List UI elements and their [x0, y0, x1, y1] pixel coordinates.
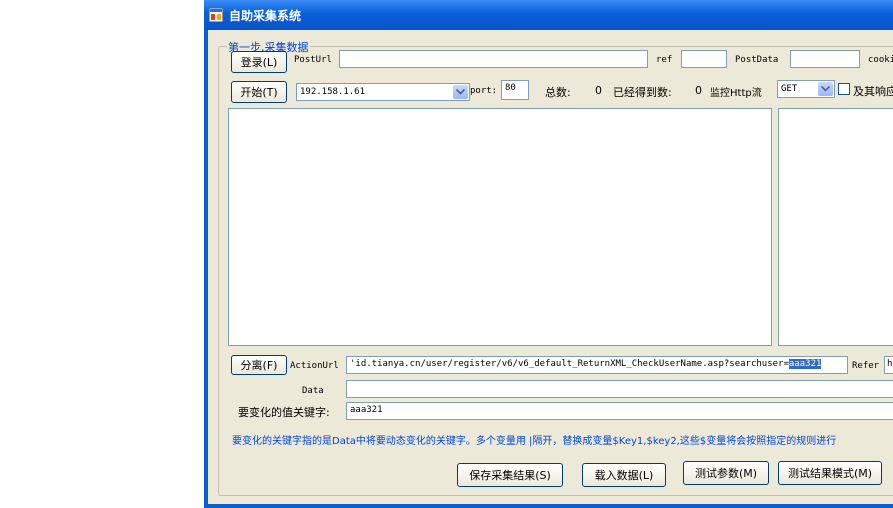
ref-label: ref [656, 55, 673, 65]
help-note: 要变化的关键字指的是Data中将要动态变化的关键字。多个变量用 |隔开，替换成变… [232, 436, 837, 447]
method-value: GET [781, 84, 798, 94]
load-data-button[interactable]: 载入数据(L) [582, 463, 666, 487]
start-button[interactable]: 开始(T) [231, 81, 287, 103]
login-button[interactable]: 登录(L) [231, 51, 287, 73]
port-label: port: [470, 86, 498, 96]
ip-combo[interactable]: 192.158.1.61 [296, 83, 470, 101]
response-checkbox[interactable] [838, 83, 850, 95]
actionurl-input[interactable]: 'id.tianya.cn/user/register/v6/v6_defaul… [346, 356, 848, 374]
actionurl-selection: aaa321 [788, 359, 822, 369]
response-label: 及其响应 [853, 85, 893, 98]
client-area: 第一步,采集数据 登录(L) PostUrl ref PostData cook… [208, 30, 893, 504]
method-combo[interactable]: GET [777, 80, 835, 98]
test-params-button[interactable]: 测试参数(M) [683, 461, 769, 485]
monitor-label: 监控Http流 [710, 88, 762, 99]
ref-input[interactable] [681, 50, 727, 68]
posturl-input[interactable] [339, 50, 648, 68]
keyword-label: 要变化的值关键字: [238, 406, 330, 419]
result-textarea-left[interactable] [228, 108, 772, 346]
actionurl-text: 'id.tianya.cn/user/register/v6/v6_defaul… [350, 359, 789, 369]
method-dropdown-button[interactable] [818, 82, 833, 96]
window-title: 自助采集系统 [229, 9, 302, 23]
split-button[interactable]: 分离(F) [231, 355, 287, 375]
port-input[interactable]: 80 [501, 80, 529, 100]
data-input[interactable] [346, 380, 893, 398]
app-window: 自助采集系统 第一步,采集数据 登录(L) PostUrl ref PostDa… [204, 0, 893, 508]
refer-label: Refer [852, 361, 880, 371]
got-value: 0 [695, 84, 702, 97]
total-value: 0 [595, 84, 602, 97]
keyword-input[interactable]: aaa321 [346, 402, 893, 420]
ip-dropdown-button[interactable] [453, 85, 468, 99]
refer-input[interactable]: h [884, 356, 893, 374]
postdata-label: PostData [735, 55, 779, 65]
app-icon [209, 8, 223, 22]
cookie-label: cooki [868, 55, 893, 65]
chevron-down-icon [456, 89, 465, 95]
data-label: Data [302, 386, 324, 396]
posturl-label: PostUrl [294, 55, 332, 65]
save-results-button[interactable]: 保存采集结果(S) [457, 463, 563, 487]
actionurl-label: ActionUrl [290, 361, 339, 371]
postdata-input[interactable] [790, 50, 860, 68]
total-label: 总数: [545, 86, 571, 99]
got-label: 已经得到数: [613, 86, 672, 99]
chevron-down-icon [821, 86, 830, 92]
title-bar[interactable]: 自助采集系统 [204, 0, 893, 30]
ip-value: 192.158.1.61 [300, 87, 366, 97]
result-textarea-right[interactable] [778, 108, 893, 346]
test-result-mode-button[interactable]: 测试结果模式(M) [778, 461, 882, 485]
